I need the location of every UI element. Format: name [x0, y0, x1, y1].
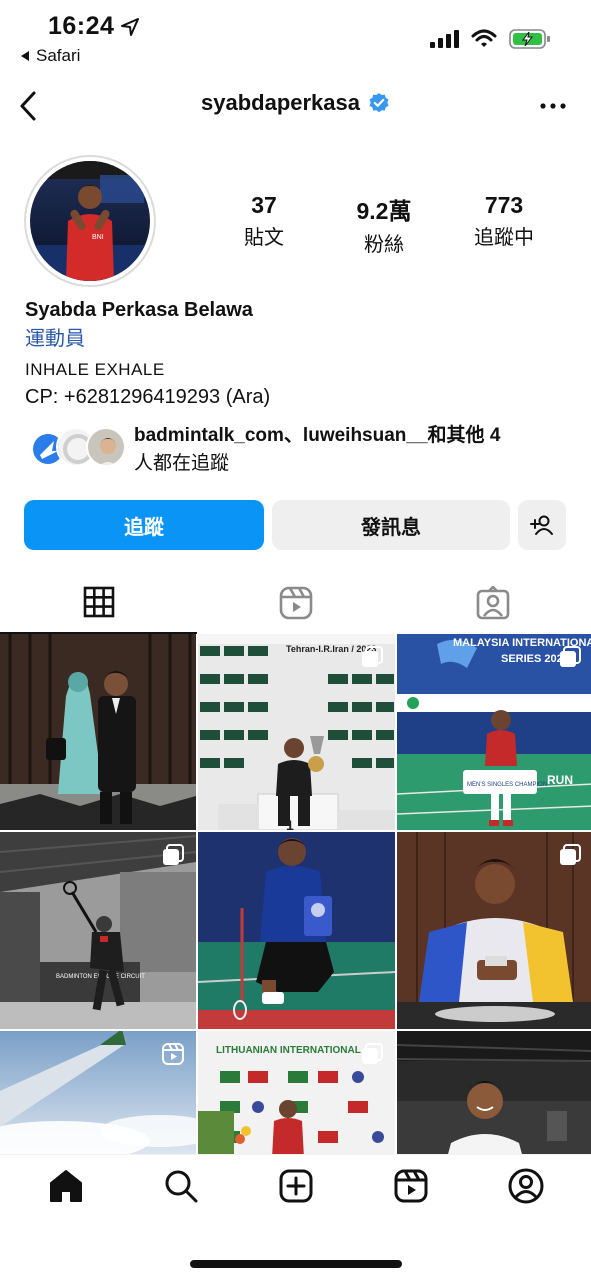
nav-reels[interactable] [381, 1161, 441, 1211]
battery-charging-icon [509, 29, 550, 49]
carousel-badge-icon [362, 1043, 383, 1064]
message-button[interactable]: 發訊息 [272, 500, 510, 550]
post-thumbnail-3[interactable]: MALAYSIA INTERNATIONAL SERIES 2022 RUN M… [397, 634, 591, 830]
reel-badge-icon [162, 1043, 184, 1065]
svg-text:BNI: BNI [92, 234, 104, 241]
followed-by-text: badmintalk_com、luweihsuan__和其他 4 人都在追蹤 [130, 422, 500, 478]
post-image-smiling [397, 1031, 591, 1154]
search-icon [165, 1170, 197, 1202]
post-thumbnail-8[interactable]: LITHUANIAN INTERNATIONAL [198, 1031, 395, 1154]
post-thumbnail-9[interactable] [397, 1031, 591, 1154]
tagged-icon [476, 586, 509, 620]
bio-line-2: CP: +6281296419293 (Ara) [25, 386, 271, 408]
more-options-button[interactable] [535, 92, 571, 120]
following-label: 追蹤中 [474, 227, 534, 249]
more-dots-icon [540, 103, 566, 109]
post-thumbnail-2[interactable]: Tehran-I.R.Iran / 2023 1 [198, 634, 395, 830]
avatar: BNI [30, 161, 150, 281]
nav-home[interactable] [36, 1161, 96, 1211]
display-name: Syabda Perkasa Belawa [25, 299, 253, 321]
bio-line-1: INHALE EXHALE [25, 360, 165, 379]
followers-count: 9.2萬 [356, 198, 412, 224]
stat-posts[interactable]: 37 貼文 [204, 192, 324, 257]
home-icon [49, 1169, 82, 1202]
profile-icon [508, 1168, 543, 1203]
suggested-accounts-button[interactable] [518, 500, 566, 550]
time-text: 16:24 [48, 12, 115, 40]
status-icons [429, 28, 551, 50]
signal-icon [430, 30, 459, 48]
verified-badge-icon [369, 93, 389, 113]
home-indicator [190, 1260, 402, 1268]
post-thumbnail-5[interactable] [198, 832, 395, 1029]
carousel-badge-icon [362, 646, 383, 667]
carousel-badge-icon [560, 844, 581, 865]
reels-icon [394, 1169, 427, 1202]
post-image-family [0, 634, 196, 830]
avatar-photo: BNI [30, 161, 150, 281]
tab-grid[interactable] [0, 572, 197, 634]
wifi-icon [471, 29, 497, 47]
profile-avatar[interactable]: BNI [24, 155, 156, 287]
post-thumbnail-1[interactable] [0, 634, 196, 830]
stat-followers[interactable]: 9.2萬 粉絲 [324, 192, 444, 257]
followers-label: 粉絲 [364, 234, 404, 256]
profile-bio: Syabda Perkasa Belawa 運動員 INHALE EXHALE … [25, 296, 565, 412]
follow-button[interactable]: 追蹤 [24, 500, 264, 550]
create-icon [279, 1169, 312, 1202]
back-triangle-icon [21, 51, 29, 61]
posts-label: 貼文 [244, 227, 284, 249]
nav-search[interactable] [151, 1161, 211, 1211]
follower-avatar-3 [86, 427, 126, 467]
reels-icon [279, 586, 312, 620]
location-arrow-icon [121, 17, 140, 36]
follower-photo-3 [88, 429, 124, 465]
post-thumbnail-7[interactable] [0, 1031, 196, 1154]
back-to-safari[interactable]: Safari [20, 46, 80, 66]
carousel-badge-icon [560, 646, 581, 667]
grid-icon [83, 586, 114, 618]
profile-username-header: syabdaperkasa [0, 90, 591, 116]
message-label: 發訊息 [361, 516, 421, 539]
back-app-label: Safari [36, 46, 81, 65]
stat-following[interactable]: 773 追蹤中 [444, 192, 564, 257]
tab-reels[interactable] [197, 572, 394, 634]
post-text-champion: MEN'S SINGLES CHAMPION [467, 782, 547, 788]
tab-tagged[interactable] [394, 572, 591, 634]
post-thumbnail-4[interactable]: BADMINTON EUROPE CIRCUIT [0, 832, 196, 1029]
profile-tabs [0, 572, 591, 634]
carousel-badge-icon [163, 844, 184, 865]
nav-profile[interactable] [496, 1161, 556, 1211]
nav-create[interactable] [266, 1161, 326, 1211]
post-image-kneeling [198, 832, 395, 1029]
following-count: 773 [484, 192, 524, 218]
follow-label: 追蹤 [124, 516, 164, 539]
status-time: 16:24 [48, 12, 140, 41]
followed-by-count: 4 [489, 425, 501, 446]
followed-by-avatars [26, 422, 130, 474]
posts-grid: Tehran-I.R.Iran / 2023 1 [0, 634, 591, 1154]
post-text-lithuanian: LITHUANIAN INTERNATIONAL [216, 1045, 361, 1056]
profile-category: 運動員 [25, 328, 85, 350]
svg-text:RUN: RUN [547, 773, 573, 787]
followed-by-suffix: 人都在追蹤 [134, 453, 230, 474]
posts-count: 37 [251, 192, 277, 218]
followed-by[interactable]: badmintalk_com、luweihsuan__和其他 4 人都在追蹤 [26, 422, 566, 478]
post-thumbnail-6[interactable] [397, 832, 591, 1029]
bottom-nav [0, 1154, 591, 1216]
profile-stats: 37 貼文 9.2萬 粉絲 773 追蹤中 [204, 192, 564, 257]
followed-by-names: badmintalk_com、luweihsuan__和其他 [134, 425, 485, 446]
username-title: syabdaperkasa [201, 90, 360, 115]
add-person-icon [530, 515, 553, 535]
